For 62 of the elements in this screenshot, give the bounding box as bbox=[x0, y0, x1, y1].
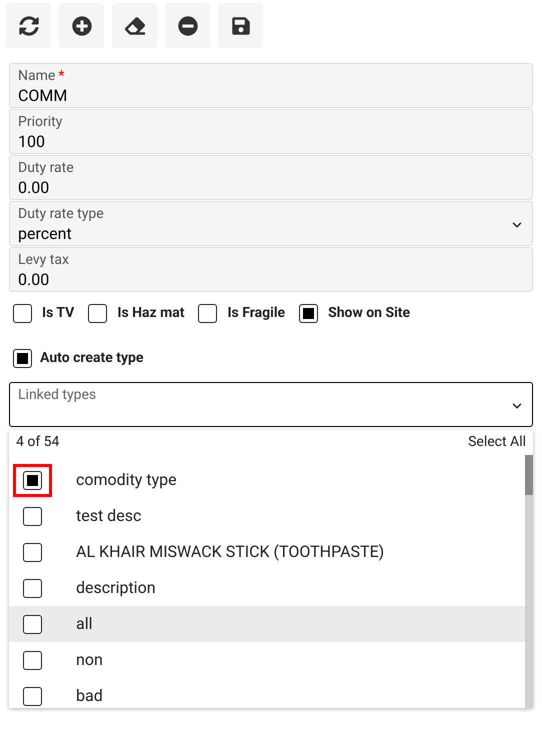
checkbox[interactable] bbox=[23, 686, 42, 706]
required-mark: * bbox=[58, 67, 64, 85]
option-item[interactable]: non bbox=[9, 642, 525, 678]
field-value: COMM bbox=[18, 85, 68, 106]
remove-button[interactable] bbox=[165, 3, 210, 48]
checkbox[interactable] bbox=[198, 304, 218, 323]
save-button[interactable] bbox=[218, 3, 263, 48]
field-value: percent bbox=[18, 223, 73, 244]
checkbox[interactable] bbox=[23, 578, 42, 598]
checkbox[interactable] bbox=[13, 349, 32, 368]
field-label: Priority bbox=[18, 113, 62, 131]
field-label: Duty rate type bbox=[18, 205, 104, 223]
checkbox[interactable] bbox=[23, 506, 42, 526]
option-label: bad bbox=[76, 685, 103, 707]
checkbox-label: Is Fragile bbox=[227, 304, 286, 323]
option-label: AL KHAIR MISWACK STICK (TOOTHPASTE) bbox=[76, 541, 384, 563]
add-icon bbox=[72, 16, 92, 36]
field-value: 100 bbox=[18, 131, 46, 152]
checkbox-label: Auto create type bbox=[40, 349, 144, 368]
checkbox-label: Is Haz mat bbox=[117, 304, 184, 323]
select-field[interactable]: Linked types bbox=[9, 382, 533, 427]
checkbox[interactable] bbox=[23, 614, 42, 634]
add-button[interactable] bbox=[59, 3, 104, 48]
input-field[interactable]: Duty rate 0.00 bbox=[9, 155, 533, 200]
checkbox[interactable] bbox=[23, 542, 42, 562]
option-item[interactable]: bad bbox=[9, 678, 525, 708]
checkbox-label: Is TV bbox=[42, 304, 74, 323]
scrollbar[interactable] bbox=[525, 455, 533, 708]
checkbox-label: Show on Site bbox=[328, 304, 410, 323]
option-label: comodity type bbox=[76, 469, 177, 491]
input-field[interactable]: Name * COMM bbox=[9, 63, 533, 108]
input-field[interactable]: Levy tax 0.00 bbox=[9, 247, 533, 292]
eraser-button[interactable] bbox=[112, 3, 157, 48]
option-item[interactable]: comodity type bbox=[9, 462, 525, 498]
checkbox[interactable] bbox=[299, 304, 318, 323]
field-value: 0.00 bbox=[18, 177, 50, 198]
refresh-button[interactable] bbox=[6, 3, 51, 48]
option-label: non bbox=[76, 649, 103, 671]
field-value: 0.00 bbox=[18, 269, 50, 290]
selection-count: 4 of 54 bbox=[16, 433, 60, 452]
option-label: test desc bbox=[76, 505, 142, 527]
field-label: Levy tax bbox=[18, 251, 69, 269]
field-label: Linked types bbox=[18, 386, 98, 405]
option-label: description bbox=[76, 577, 156, 599]
checkbox[interactable] bbox=[23, 650, 42, 670]
select-all-link[interactable]: Select All bbox=[468, 432, 526, 453]
select-field[interactable]: Duty rate type percent bbox=[9, 201, 533, 246]
checkbox[interactable] bbox=[23, 470, 42, 490]
field-label: Name bbox=[18, 67, 56, 85]
option-label: all bbox=[76, 613, 92, 635]
option-item[interactable]: AL KHAIR MISWACK STICK (TOOTHPASTE) bbox=[9, 534, 525, 570]
field-label: Duty rate bbox=[18, 159, 74, 177]
checkbox[interactable] bbox=[13, 304, 32, 323]
option-item[interactable]: description bbox=[9, 570, 525, 606]
checkbox[interactable] bbox=[88, 304, 108, 323]
option-item[interactable]: all bbox=[9, 606, 525, 642]
save-icon bbox=[230, 16, 250, 36]
refresh-icon bbox=[18, 16, 38, 36]
remove-icon bbox=[178, 16, 198, 36]
input-field[interactable]: Priority 100 bbox=[9, 109, 533, 154]
eraser-icon bbox=[124, 16, 144, 36]
option-item[interactable]: test desc bbox=[9, 498, 525, 534]
